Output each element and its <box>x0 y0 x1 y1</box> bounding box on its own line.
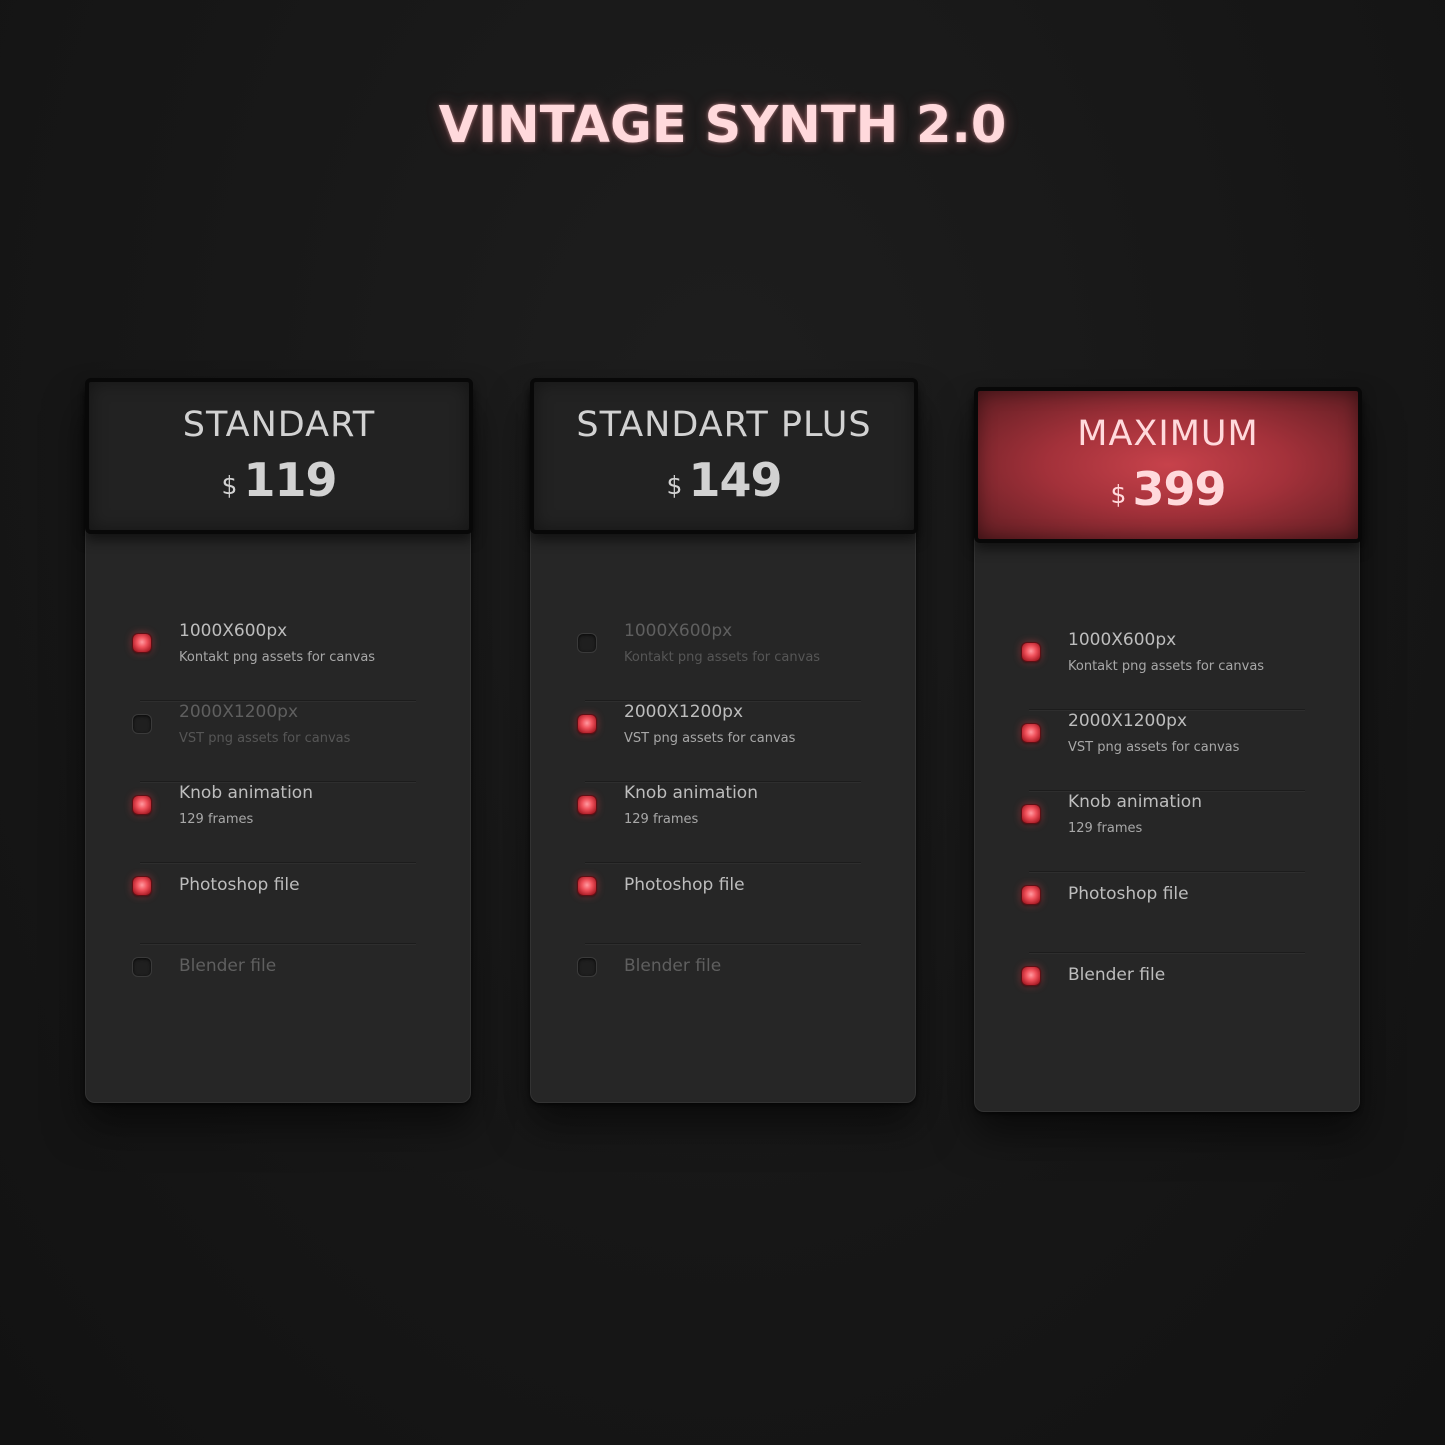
plan-name: MAXIMUM <box>1077 414 1259 454</box>
feature-item: Photoshop file <box>531 864 915 945</box>
plan-card-standart[interactable]: STANDART $119 1000X600px Kontakt png ass… <box>85 378 473 1103</box>
included-indicator-icon <box>577 876 597 896</box>
feature-item: 1000X600px Kontakt png assets for canvas <box>975 630 1359 711</box>
included-indicator-icon <box>1021 804 1041 824</box>
feature-item: 1000X600px Kontakt png assets for canvas <box>86 621 470 702</box>
feature-title: Photoshop file <box>624 875 745 895</box>
feature-subtitle: Kontakt png assets for canvas <box>179 650 376 665</box>
feature-item: Knob animation 129 frames <box>531 783 915 864</box>
plan-card-standart-plus[interactable]: STANDART PLUS $149 1000X600px Kontakt pn… <box>530 378 918 1103</box>
feature-title: Knob animation <box>1068 792 1202 812</box>
page-title: VINTAGE SYNTH 2.0 <box>438 96 1007 155</box>
feature-title: Photoshop file <box>1068 884 1189 904</box>
feature-title: 2000X1200px <box>179 702 299 722</box>
feature-item: 1000X600px Kontakt png assets for canvas <box>531 621 915 702</box>
feature-subtitle: 129 frames <box>1068 821 1143 836</box>
included-indicator-icon <box>132 633 152 653</box>
feature-list: 1000X600px Kontakt png assets for canvas… <box>975 630 1359 1035</box>
feature-item: Blender file <box>975 954 1359 1035</box>
price-amount: 399 <box>1132 462 1226 516</box>
feature-item: Blender file <box>86 945 470 1026</box>
plan-header: STANDART $119 <box>85 378 473 534</box>
feature-title: Knob animation <box>624 783 758 803</box>
feature-title: Blender file <box>624 956 722 976</box>
plan-price: $149 <box>534 453 914 507</box>
feature-item: Knob animation 129 frames <box>86 783 470 864</box>
feature-subtitle: VST png assets for canvas <box>179 731 351 746</box>
feature-title: 1000X600px <box>179 621 288 641</box>
feature-item: Photoshop file <box>975 873 1359 954</box>
included-indicator-icon <box>1021 642 1041 662</box>
feature-item: Knob animation 129 frames <box>975 792 1359 873</box>
feature-title: Photoshop file <box>179 875 300 895</box>
feature-item: 2000X1200px VST png assets for canvas <box>975 711 1359 792</box>
feature-title: 2000X1200px <box>624 702 744 722</box>
feature-subtitle: Kontakt png assets for canvas <box>1068 659 1265 674</box>
currency-symbol: $ <box>1110 480 1127 509</box>
included-indicator-icon <box>577 714 597 734</box>
feature-title: 1000X600px <box>624 621 733 641</box>
plan-name: STANDART <box>182 405 376 445</box>
excluded-indicator-icon <box>577 633 597 653</box>
plan-header: MAXIMUM $399 <box>974 387 1362 543</box>
plan-price: $119 <box>89 453 469 507</box>
plan-card-maximum[interactable]: MAXIMUM $399 1000X600px Kontakt png asse… <box>974 387 1362 1112</box>
currency-symbol: $ <box>221 471 238 500</box>
feature-title: 1000X600px <box>1068 630 1177 650</box>
included-indicator-icon <box>132 795 152 815</box>
plan-price: $399 <box>978 462 1358 516</box>
excluded-indicator-icon <box>132 714 152 734</box>
feature-title: 2000X1200px <box>1068 711 1188 731</box>
feature-subtitle: VST png assets for canvas <box>624 731 796 746</box>
plan-name: STANDART PLUS <box>576 405 872 445</box>
feature-title: Knob animation <box>179 783 313 803</box>
feature-list: 1000X600px Kontakt png assets for canvas… <box>86 621 470 1026</box>
included-indicator-icon <box>1021 885 1041 905</box>
excluded-indicator-icon <box>132 957 152 977</box>
included-indicator-icon <box>577 795 597 815</box>
feature-item: 2000X1200px VST png assets for canvas <box>86 702 470 783</box>
feature-title: Blender file <box>179 956 277 976</box>
feature-subtitle: VST png assets for canvas <box>1068 740 1240 755</box>
feature-item: 2000X1200px VST png assets for canvas <box>531 702 915 783</box>
feature-subtitle: 129 frames <box>624 812 699 827</box>
included-indicator-icon <box>132 876 152 896</box>
included-indicator-icon <box>1021 966 1041 986</box>
feature-item: Blender file <box>531 945 915 1026</box>
feature-item: Photoshop file <box>86 864 470 945</box>
price-amount: 149 <box>688 453 782 507</box>
feature-subtitle: Kontakt png assets for canvas <box>624 650 821 665</box>
feature-subtitle: 129 frames <box>179 812 254 827</box>
plan-header: STANDART PLUS $149 <box>530 378 918 534</box>
included-indicator-icon <box>1021 723 1041 743</box>
excluded-indicator-icon <box>577 957 597 977</box>
feature-list: 1000X600px Kontakt png assets for canvas… <box>531 621 915 1026</box>
price-amount: 119 <box>243 453 337 507</box>
feature-title: Blender file <box>1068 965 1166 985</box>
currency-symbol: $ <box>666 471 683 500</box>
